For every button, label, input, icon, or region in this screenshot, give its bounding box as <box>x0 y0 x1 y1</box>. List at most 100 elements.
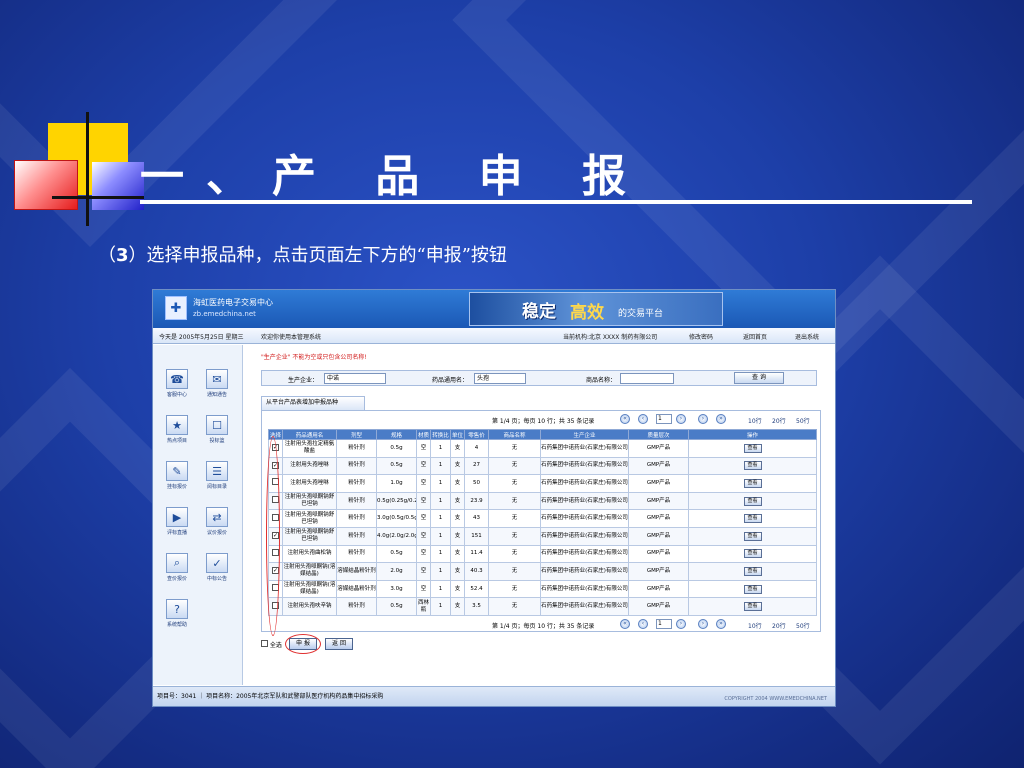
page-number-input[interactable]: 1 <box>656 414 672 424</box>
search-button[interactable]: 查 询 <box>734 372 784 384</box>
page-size-20[interactable]: 20行 <box>772 416 786 425</box>
nav-logout[interactable]: 退出系统 <box>795 332 819 341</box>
sidebar-item-bid-quote[interactable]: ✎ 挂标报价 <box>161 461 193 495</box>
sidebar-item-query[interactable]: ⌕ 查价报价 <box>161 553 193 587</box>
table-cell: 1 <box>430 544 451 564</box>
page-number-input[interactable]: 1 <box>656 619 672 629</box>
select-all-checkbox[interactable] <box>261 640 268 647</box>
generic-name-input[interactable]: 头孢 <box>474 373 526 384</box>
prev-page-icon[interactable]: ‹ <box>638 414 648 424</box>
column-header: 质量层次 <box>628 429 689 440</box>
pager-summary: 第 1/4 页；每页 10 行；共 35 条记录 <box>492 623 595 630</box>
page-size-10[interactable]: 10行 <box>748 621 762 630</box>
view-button[interactable]: 查看 <box>743 566 762 576</box>
table-row: 注射用头孢曲松钠 粉针剂 0.5g 空 1 支 11.4 无石药集团中诺药业(石家庄)有限公司… <box>268 544 817 564</box>
table-row: ✓ 注射用头孢唑啉 粉针剂 0.5g 空 1 支 27 无石药集团中诺药业(石家庄)有限公司 GM… <box>268 456 817 476</box>
column-header: 转换比 <box>430 429 451 440</box>
last-page-icon[interactable]: » <box>716 414 726 424</box>
sidebar-item-live[interactable]: ▶ 评标直播 <box>161 507 193 541</box>
view-button[interactable]: 查看 <box>743 514 762 524</box>
sidebar-item-negotiate[interactable]: ⇄ 议价报价 <box>201 507 233 541</box>
table-cell: GMP产品 <box>628 439 689 458</box>
view-button[interactable]: 查看 <box>743 461 762 471</box>
view-button[interactable]: 查看 <box>743 549 762 559</box>
red-square-decoration <box>14 160 78 210</box>
table-cell: 支 <box>450 579 465 599</box>
table-cell: 注射用头孢唑啉 <box>282 474 337 493</box>
go-page-icon[interactable]: › <box>676 414 686 424</box>
view-button[interactable]: 查看 <box>743 584 762 594</box>
sidebar-item-bid-basket[interactable]: ☐ 投标篮 <box>201 415 233 449</box>
sidebar-item-customer-service[interactable]: ☎ 客服中心 <box>161 369 193 403</box>
view-button[interactable]: 查看 <box>743 496 762 506</box>
table-cell: GMP产品 <box>628 509 689 528</box>
sidebar-item-help[interactable]: ? 系统帮助 <box>161 599 193 633</box>
table-cell: GMP产品 <box>628 474 689 493</box>
table-cell: 支 <box>450 562 465 581</box>
table-cell: 空 <box>416 544 431 564</box>
vertical-line-decoration <box>86 112 89 226</box>
product-name-input[interactable] <box>620 373 674 384</box>
sidebar-item-label: 评标直播 <box>166 530 187 536</box>
action-cell: 查看 <box>688 439 817 458</box>
sidebar-item-catalog[interactable]: ☰ 阅标目录 <box>201 461 233 495</box>
banner-suffix: 的交易平台 <box>618 309 664 319</box>
prev-page-icon[interactable]: ‹ <box>638 619 648 629</box>
table-cell: 粉针剂 <box>336 491 377 511</box>
go-page-icon[interactable]: › <box>676 619 686 629</box>
table-cell: GMP产品 <box>628 597 689 616</box>
next-page-icon[interactable]: › <box>698 619 708 629</box>
first-page-icon[interactable]: « <box>620 619 630 629</box>
table-cell: 1 <box>430 579 451 599</box>
negotiate-icon: ⇄ <box>206 507 228 527</box>
table-cell: 无 <box>488 439 541 458</box>
table-cell: 支 <box>450 509 465 528</box>
table-row: ✓ 注射用头孢哌酮钠(溶媒结晶) 溶媒结晶粉针剂 2.0g 空 1 支 40.3 无石药集团中诺… <box>268 562 817 581</box>
table-cell: 支 <box>450 491 465 511</box>
table-cell: 粉针剂 <box>336 509 377 528</box>
sidebar-item-notices[interactable]: ✉ 通知通告 <box>201 369 233 403</box>
table-cell: 溶媒结晶粉针剂 <box>336 562 377 581</box>
page-size-50[interactable]: 50行 <box>796 621 810 630</box>
embedded-app-screenshot: ✚ 海虹医药电子交易中心 zb.emedchina.net 稳定 高效 的交易平… <box>152 289 836 707</box>
site-url: zb.emedchina.net <box>193 310 256 318</box>
table-cell: GMP产品 <box>628 456 689 476</box>
table-cell: 注射用头孢唑啉 <box>282 456 337 476</box>
table-cell: 27 <box>464 456 489 476</box>
table-cell: 空 <box>416 456 431 476</box>
action-cell: 查看 <box>688 544 817 564</box>
table-cell: 注射用头孢哌酮钠(溶媒结晶) <box>282 562 337 581</box>
top-nav-bar: 今天是 2005年5月25日 星期三 欢迎你使用本管理系统 当前机构:北京 XX… <box>153 328 835 344</box>
table-cell: 1.0g <box>376 474 417 493</box>
project-info: 项目号：3041 ｜ 项目名称：2005年北京军队和武警部队医疗机构药品集中招标… <box>157 693 384 700</box>
select-all[interactable]: 全选 <box>261 640 282 649</box>
page-size-50[interactable]: 50行 <box>796 416 810 425</box>
view-button[interactable]: 查看 <box>743 443 762 453</box>
sidebar-item-award[interactable]: ✓ 中标公告 <box>201 553 233 587</box>
table-cell: 石药集团中诺药业(石家庄)有限公司 <box>540 562 629 581</box>
table-cell: GMP产品 <box>628 579 689 599</box>
next-page-icon[interactable]: › <box>698 414 708 424</box>
view-button[interactable]: 查看 <box>743 602 762 612</box>
view-button[interactable]: 查看 <box>743 531 762 541</box>
table-cell: 注射用头孢哌酮钠(溶媒结晶) <box>282 579 337 599</box>
view-button[interactable]: 查看 <box>743 478 762 488</box>
first-page-icon[interactable]: « <box>620 414 630 424</box>
table-cell: 溶媒结晶粉针剂 <box>336 579 377 599</box>
table-row: 注射用头孢唑啉 粉针剂 1.0g 空 1 支 50 无石药集团中诺药业(石家庄)有限公司 GMP… <box>268 474 817 493</box>
nav-change-password[interactable]: 修改密码 <box>689 332 713 341</box>
page-size-10[interactable]: 10行 <box>748 416 762 425</box>
producer-input[interactable]: 中诺 <box>324 373 386 384</box>
last-page-icon[interactable]: » <box>716 619 726 629</box>
table-cell: 空 <box>416 526 431 546</box>
table-row: 注射用头孢哌酮钠舒巴坦钠 粉针剂 3.0g(0.5g/0.5g) 空 1 支 43 无石药集团… <box>268 509 817 528</box>
panel-tab-add-products[interactable]: 从平台产品表增加申报品种 <box>261 396 365 410</box>
current-date: 今天是 2005年5月25日 星期三 <box>159 334 244 341</box>
nav-home[interactable]: 返回首页 <box>743 332 767 341</box>
sidebar-item-hot-projects[interactable]: ★ 热点项目 <box>161 415 193 449</box>
page-size-20[interactable]: 20行 <box>772 621 786 630</box>
subtitle-text: 选择申报品种，点击页面左下方的“申报”按钮 <box>146 245 507 266</box>
table-cell: 0.5g <box>376 456 417 476</box>
current-org: 当前机构:北京 XXXX 制药有限公司 <box>563 334 658 341</box>
back-button[interactable]: 返 回 <box>325 638 353 650</box>
